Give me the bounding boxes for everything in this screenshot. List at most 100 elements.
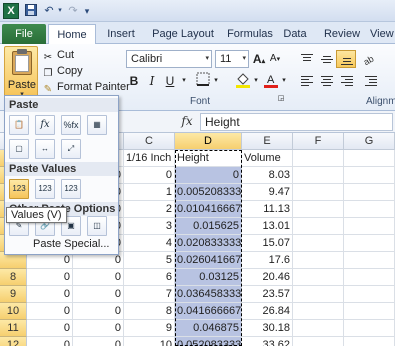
font-name-select[interactable]: Calibri ▾ [126, 50, 212, 68]
cell-f[interactable] [293, 337, 344, 346]
align-right-button[interactable] [336, 72, 356, 90]
paste-formulas-icon[interactable]: fx [35, 115, 55, 135]
cell-d[interactable]: 0 [175, 167, 242, 184]
cell-a[interactable]: 0 [27, 286, 73, 303]
cell-c[interactable]: 10 [124, 337, 175, 346]
excel-logo-icon[interactable]: X [3, 3, 19, 19]
tab-formulas[interactable]: Formulas [222, 24, 278, 44]
cell-g[interactable] [344, 252, 395, 269]
cell-d[interactable]: 0.046875 [175, 320, 242, 337]
fill-color-button[interactable] [234, 72, 252, 90]
keep-column-widths-icon[interactable]: ↔ [35, 139, 55, 159]
paste-formulas-number-formatting-icon[interactable]: %fx [61, 115, 81, 135]
cell-b[interactable]: 0 [73, 337, 124, 346]
cell-d[interactable]: 0.005208333 [175, 184, 242, 201]
cell-c[interactable]: 8 [124, 303, 175, 320]
underline-dropdown-icon[interactable]: ▾ [180, 72, 188, 90]
cell-c[interactable]: 9 [124, 320, 175, 337]
cell-g[interactable] [344, 235, 395, 252]
cell-g[interactable] [344, 320, 395, 337]
cell-e[interactable]: 26.84 [242, 303, 293, 320]
cell-e[interactable]: 23.57 [242, 286, 293, 303]
cell-d[interactable]: 0.010416667 [175, 201, 242, 218]
row-header[interactable]: 12 [0, 337, 27, 346]
cell-c[interactable]: 5 [124, 252, 175, 269]
tab-view[interactable]: View [370, 24, 395, 44]
cell-e[interactable]: 17.6 [242, 252, 293, 269]
paste-icon[interactable]: 📋 [9, 115, 29, 135]
cell-g[interactable] [344, 167, 395, 184]
decrease-indent-button[interactable] [360, 72, 380, 90]
cell-e[interactable]: 15.07 [242, 235, 293, 252]
cell-d[interactable]: 0.020833333 [175, 235, 242, 252]
cell-a[interactable]: 0 [27, 320, 73, 337]
column-header-e[interactable]: E [242, 133, 293, 150]
align-middle-button[interactable] [316, 50, 336, 68]
undo-icon[interactable]: ↶ [42, 4, 56, 18]
cell-b[interactable]: 0 [73, 286, 124, 303]
shrink-font-button[interactable]: A▾ [268, 50, 282, 68]
paste-special-link[interactable]: Paste Special... [33, 238, 109, 250]
cell-f[interactable] [293, 269, 344, 286]
cell-e[interactable]: 8.03 [242, 167, 293, 184]
paste-values-source-formatting-icon[interactable]: 123 [61, 179, 81, 199]
font-color-button[interactable]: A [262, 72, 280, 90]
cell-c[interactable]: 1 [124, 184, 175, 201]
copy-button[interactable]: ❐ Copy [42, 63, 83, 79]
cell-c-header[interactable]: 1/16 Inch [124, 150, 175, 167]
keep-source-formatting-icon[interactable]: ▦ [87, 115, 107, 135]
align-left-button[interactable] [296, 72, 316, 90]
column-header-c[interactable]: C [124, 133, 175, 150]
cell-c[interactable]: 3 [124, 218, 175, 235]
cell-d-header[interactable]: Height [175, 150, 242, 167]
cell-b[interactable]: 0 [73, 320, 124, 337]
cell-d[interactable]: 0.026041667 [175, 252, 242, 269]
transpose-icon[interactable]: ⤢ [61, 139, 81, 159]
cell-b[interactable]: 0 [73, 303, 124, 320]
tab-page-layout[interactable]: Page Layout [148, 24, 218, 44]
grow-font-button[interactable]: A▴ [252, 50, 266, 68]
cell-d[interactable]: 0.015625 [175, 218, 242, 235]
align-center-button[interactable] [316, 72, 336, 90]
underline-button[interactable]: U [162, 72, 178, 90]
cell-c[interactable]: 0 [124, 167, 175, 184]
cell-b[interactable]: 0 [73, 269, 124, 286]
tab-review[interactable]: Review [320, 24, 364, 44]
cell-d[interactable]: 0.041666667 [175, 303, 242, 320]
cell-a[interactable]: 0 [27, 269, 73, 286]
orientation-button[interactable]: ab [360, 50, 380, 68]
cell-f[interactable] [293, 252, 344, 269]
save-icon[interactable] [24, 4, 38, 18]
insert-function-button[interactable]: fx [176, 114, 198, 130]
cell-f[interactable] [293, 201, 344, 218]
row-header[interactable]: 10 [0, 303, 27, 320]
cell-g[interactable] [344, 218, 395, 235]
tab-home[interactable]: Home [48, 24, 96, 44]
cell-a[interactable]: 0 [27, 337, 73, 346]
font-size-select[interactable]: 11 ▾ [215, 50, 249, 68]
cell[interactable] [293, 150, 344, 167]
column-header-g[interactable]: G [344, 133, 395, 150]
cell-g[interactable] [344, 269, 395, 286]
column-header-d[interactable]: D [175, 133, 242, 150]
redo-icon[interactable]: ↷ [66, 4, 80, 18]
cell-c[interactable]: 7 [124, 286, 175, 303]
cut-button[interactable]: ✂ Cut [42, 47, 74, 63]
align-bottom-button[interactable] [336, 50, 356, 68]
cell-e[interactable]: 20.46 [242, 269, 293, 286]
row-header[interactable]: 9 [0, 286, 27, 303]
format-painter-button[interactable]: ✎ Format Painter [42, 79, 130, 95]
bold-button[interactable]: B [126, 72, 142, 90]
tab-data[interactable]: Data [280, 24, 310, 44]
tab-file[interactable]: File [2, 24, 46, 44]
cell-e-header[interactable]: Volume [242, 150, 293, 167]
cell[interactable] [344, 150, 395, 167]
borders-dropdown-icon[interactable]: ▾ [212, 72, 220, 90]
paste-linked-picture-icon[interactable]: ◫ [87, 216, 107, 236]
cell-e[interactable]: 11.13 [242, 201, 293, 218]
cell-a[interactable]: 0 [27, 303, 73, 320]
paste-button[interactable]: Paste ▾ [4, 46, 38, 98]
cell-g[interactable] [344, 184, 395, 201]
cell-e[interactable]: 9.47 [242, 184, 293, 201]
cell-d[interactable]: 0.03125 [175, 269, 242, 286]
